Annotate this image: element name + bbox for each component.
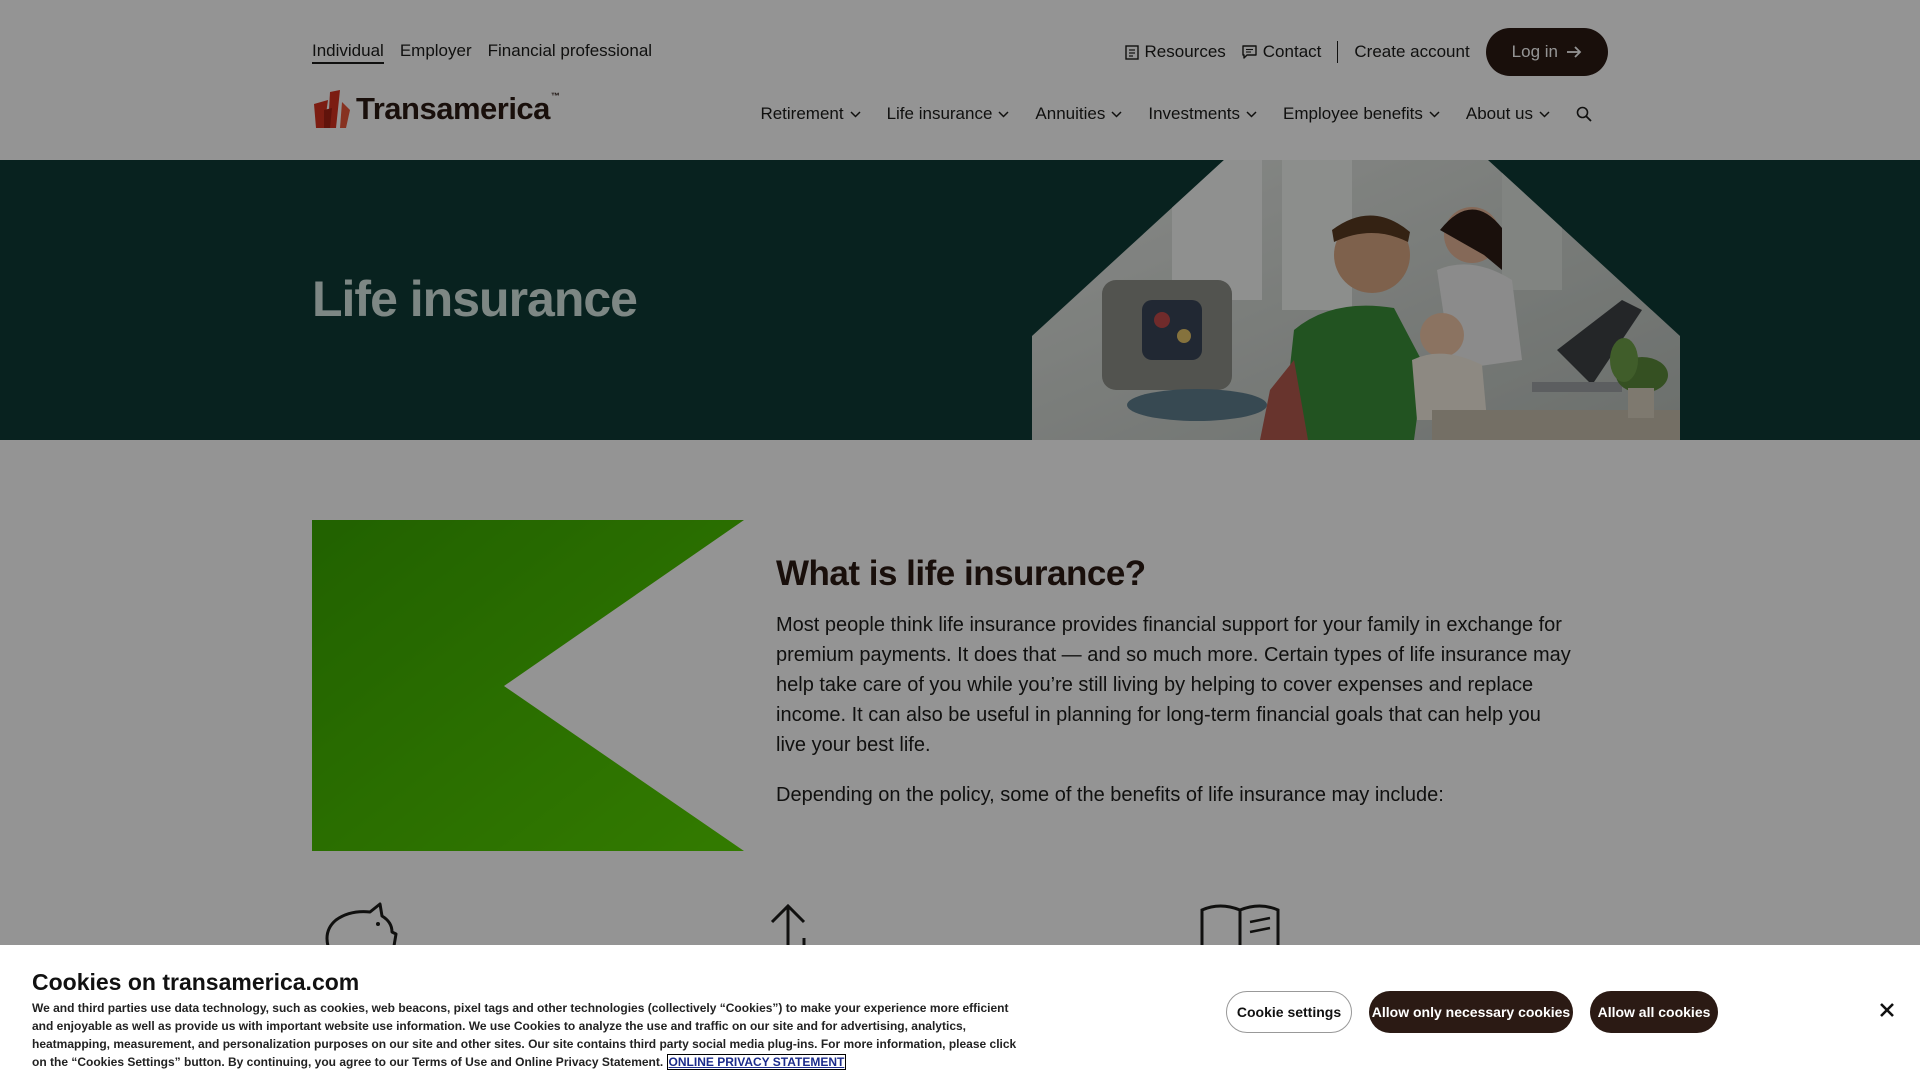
close-icon[interactable] [1876, 999, 1898, 1021]
cookie-description: We and third parties use data technology… [32, 1001, 1017, 1069]
cookie-banner-text: We and third parties use data technology… [32, 999, 1022, 1071]
modal-overlay [0, 0, 1920, 1080]
allow-necessary-cookies-button[interactable]: Allow only necessary cookies [1369, 991, 1573, 1033]
cookie-settings-button[interactable]: Cookie settings [1226, 991, 1352, 1033]
cookie-banner-title: Cookies on transamerica.com [32, 969, 360, 995]
privacy-statement-link[interactable]: ONLINE PRIVACY STATEMENT [666, 1054, 847, 1070]
cookie-banner: Cookies on transamerica.com We and third… [0, 945, 1920, 1080]
allow-all-cookies-button[interactable]: Allow all cookies [1590, 991, 1718, 1033]
